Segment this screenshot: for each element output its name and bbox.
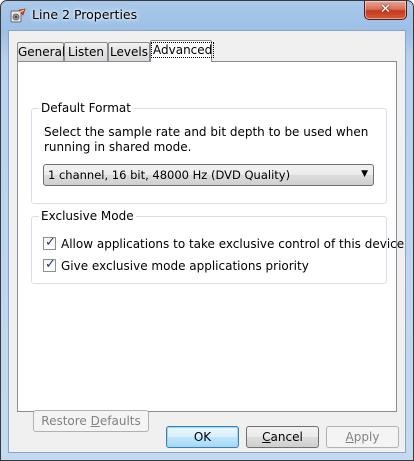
tab-general[interactable]: General [17,42,66,61]
properties-window: Line 2 Properties ✕ General Listen Level… [0,0,414,461]
close-button[interactable]: ✕ [364,1,407,20]
advanced-tab-panel: Default Format Select the sample rate an… [17,61,404,432]
tab-listen[interactable]: Listen [64,42,108,61]
tab-general-label: General [18,45,66,59]
tab-levels[interactable]: Levels [108,42,150,61]
checkmark-icon: ✓ [45,235,56,250]
exclusive-mode-group: Exclusive Mode ✓ Allow applications to t… [31,209,404,284]
default-format-group: Default Format Select the sample rate an… [31,101,387,204]
window-title: Line 2 Properties [32,7,138,22]
cancel-label-suffix: ancel [270,430,303,444]
default-format-legend: Default Format [39,101,133,115]
restore-defaults-access-key: D [90,414,100,428]
allow-exclusive-control-checkbox[interactable]: ✓ [43,235,56,250]
default-format-description: Select the sample rate and bit depth to … [44,125,369,154]
tab-listen-label: Listen [68,45,104,59]
chevron-down-icon: ▼ [361,169,368,179]
restore-defaults-label-suffix: efaults [99,414,141,428]
exclusive-mode-legend: Exclusive Mode [39,209,136,223]
apply-access-key: A [345,430,354,444]
restore-defaults-button[interactable]: Restore Defaults [33,410,149,432]
tab-levels-label: Levels [110,45,148,59]
allow-exclusive-control-label[interactable]: Allow applications to take exclusive con… [61,236,404,252]
default-format-selected-value: 1 channel, 16 bit, 48000 Hz (DVD Quality… [48,168,291,182]
default-format-dropdown[interactable]: 1 channel, 16 bit, 48000 Hz (DVD Quality… [43,164,374,186]
ok-button-label: OK [193,430,212,444]
dialog-client-area: General Listen Levels Advanced Default F… [8,30,406,453]
checkmark-icon: ✓ [45,257,56,272]
tab-advanced-label: Advanced [151,42,215,58]
tab-advanced[interactable]: Advanced [150,40,215,62]
close-icon: ✕ [380,2,391,17]
title-bar[interactable]: Line 2 Properties ✕ [1,1,413,31]
apply-button[interactable]: Apply [326,426,399,448]
apply-label-suffix: pply [353,430,380,444]
exclusive-priority-label[interactable]: Give exclusive mode applications priorit… [61,258,309,274]
cancel-access-key: C [262,430,271,444]
cancel-button[interactable]: Cancel [246,426,319,448]
restore-defaults-label-prefix: Restore [41,414,91,428]
ok-button[interactable]: OK [166,426,239,448]
exclusive-priority-checkbox[interactable]: ✓ [43,257,56,272]
speaker-properties-icon [10,8,26,23]
